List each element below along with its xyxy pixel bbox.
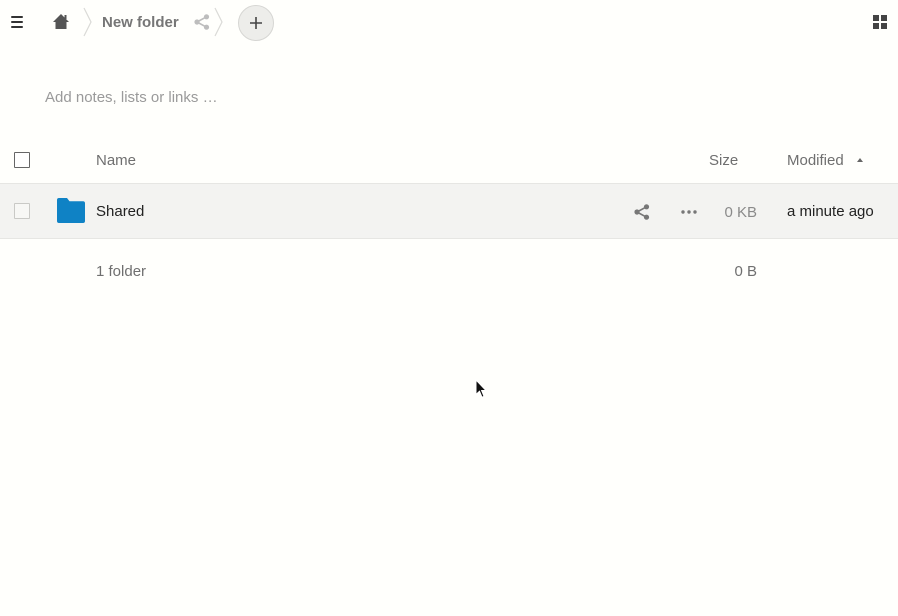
share-icon[interactable]	[193, 13, 211, 31]
grid-view-icon[interactable]	[870, 12, 890, 32]
column-header-modified[interactable]: Modified	[787, 152, 844, 169]
column-header-size[interactable]: Size	[709, 152, 738, 169]
summary-folder-count: 1 folder	[96, 263, 147, 280]
more-actions-icon[interactable]	[679, 203, 699, 221]
breadcrumb-current-folder[interactable]: New folder	[102, 14, 179, 31]
folder-icon[interactable]	[57, 198, 85, 223]
plus-icon	[250, 17, 262, 29]
breadcrumb-separator-icon	[83, 7, 92, 37]
hamburger-menu-icon[interactable]	[5, 10, 29, 34]
files-app: New folder Add notes, lists or links … N…	[0, 0, 898, 616]
file-modified: a minute ago	[787, 203, 874, 220]
home-icon[interactable]	[50, 11, 72, 33]
select-all-checkbox[interactable]	[14, 152, 30, 168]
mouse-cursor-icon	[475, 379, 487, 398]
breadcrumb-separator-icon	[214, 7, 223, 37]
new-file-button[interactable]	[238, 5, 274, 41]
column-header-name[interactable]: Name	[96, 152, 136, 169]
file-name[interactable]: Shared	[96, 203, 144, 220]
summary-total-size: 0 B	[734, 263, 757, 280]
file-size: 0 KB	[724, 204, 757, 221]
row-checkbox[interactable]	[14, 203, 30, 219]
share-icon[interactable]	[633, 203, 651, 221]
top-bar: New folder	[0, 0, 898, 44]
folder-notes-input[interactable]: Add notes, lists or links …	[45, 89, 218, 106]
file-list-header: Name Size Modified	[0, 136, 898, 184]
file-row[interactable]: Shared 0 KB a minute ago	[0, 184, 898, 239]
sort-ascending-icon	[857, 158, 863, 162]
